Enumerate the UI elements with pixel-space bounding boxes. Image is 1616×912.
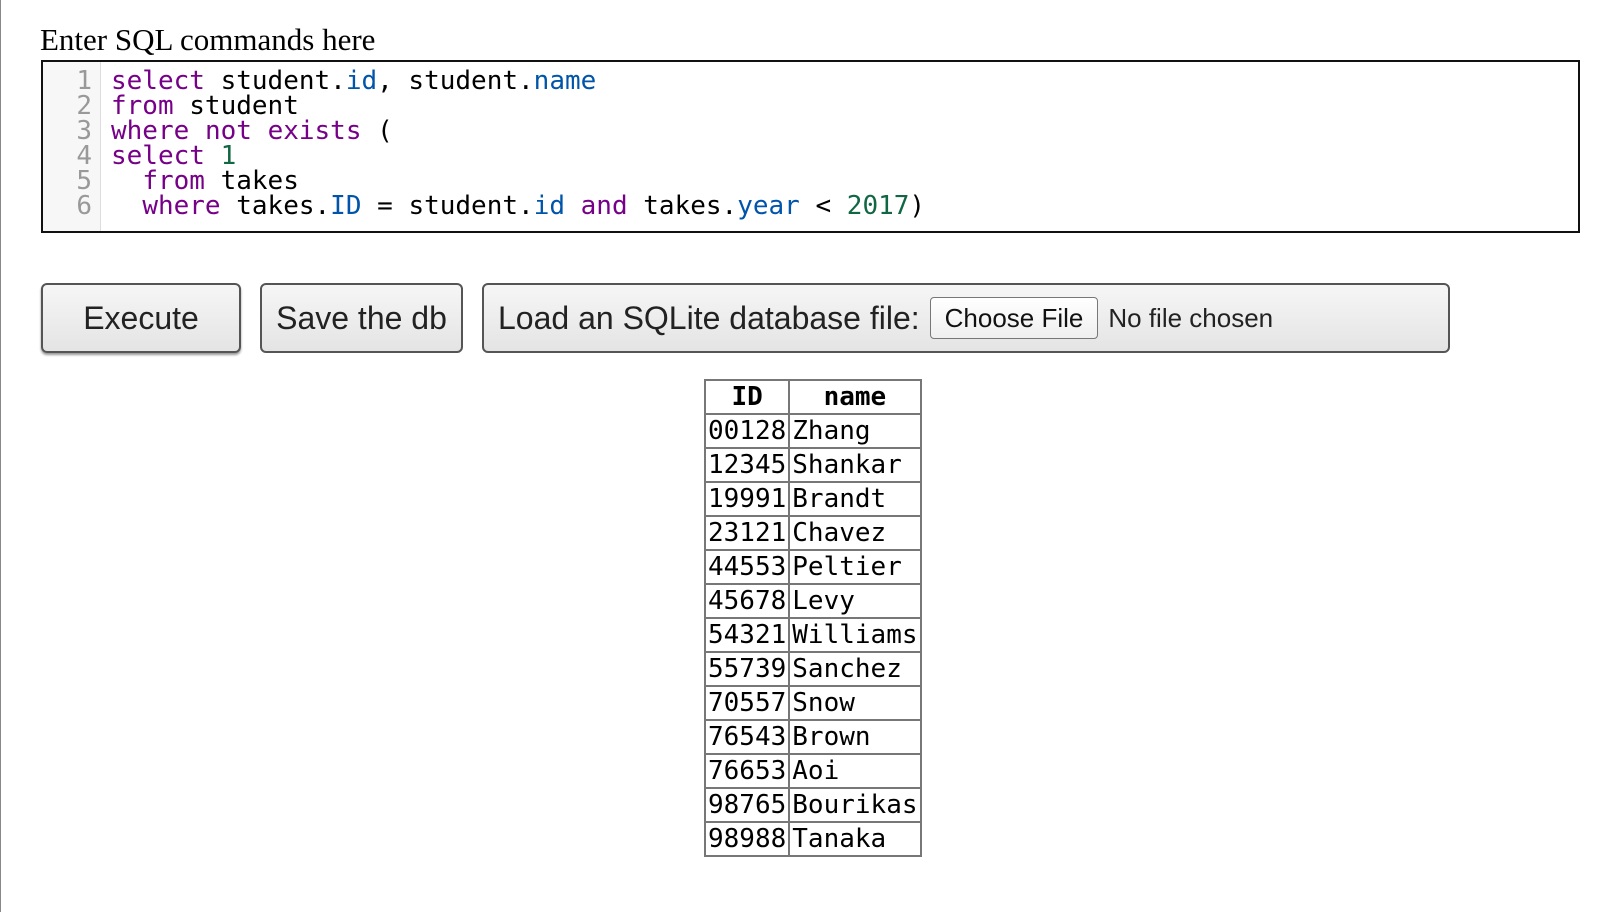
choose-file-button[interactable]: Choose File — [929, 297, 1099, 339]
cell-id: 76653 — [703, 753, 791, 789]
cell-name: Peltier — [788, 549, 922, 585]
cell-name: Levy — [788, 583, 922, 619]
line-number-gutter: 1 2 3 4 5 6 — [43, 62, 101, 231]
cell-id: 19991 — [703, 481, 791, 517]
cell-name: Chavez — [788, 515, 922, 551]
cell-id: 00128 — [703, 413, 791, 449]
cell-id: 98988 — [703, 821, 791, 857]
cell-name: Snow — [788, 685, 922, 721]
column-header-id: ID — [703, 379, 791, 415]
code-token: exists — [267, 116, 362, 146]
code-token: name — [533, 66, 597, 96]
code-token: < — [799, 191, 847, 221]
cell-id: 98765 — [703, 787, 791, 823]
cell-name: Bourikas — [788, 787, 922, 823]
cell-name: Shankar — [788, 447, 922, 483]
code-token: where — [142, 191, 221, 221]
cell-name: Sanchez — [788, 651, 922, 687]
save-db-button[interactable]: Save the db — [260, 283, 463, 353]
cell-name: Tanaka — [788, 821, 922, 857]
table-row: 98765 Bourikas — [703, 787, 922, 823]
cell-name: Williams — [788, 617, 922, 653]
table-row: 19991 Brandt — [703, 481, 922, 517]
code-token: and — [580, 191, 628, 221]
sql-editor[interactable]: 1 2 3 4 5 6 select student.id, student.n… — [41, 60, 1580, 233]
load-db-panel[interactable]: Load an SQLite database file: Choose Fil… — [482, 283, 1450, 353]
results-header-row: ID name — [703, 379, 922, 415]
cell-id: 76543 — [703, 719, 791, 755]
cell-name: Brandt — [788, 481, 922, 517]
table-row: 76543 Brown — [703, 719, 922, 755]
cell-id: 54321 — [703, 617, 791, 653]
cell-name: Brown — [788, 719, 922, 755]
table-row: 55739 Sanchez — [703, 651, 922, 687]
table-row: 54321 Williams — [703, 617, 922, 653]
code-token: ID — [330, 191, 362, 221]
code-token: , student — [377, 66, 519, 96]
table-row: 12345 Shankar — [703, 447, 922, 483]
results-body: 00128 Zhang 12345 Shankar 19991 Brandt 23121 Ch… — [703, 413, 922, 857]
cell-id: 55739 — [703, 651, 791, 687]
code-token: . — [518, 191, 534, 221]
code-token: 2017 — [846, 191, 910, 221]
line-number: 6 — [76, 191, 92, 221]
code-token: ( — [361, 116, 393, 146]
execute-button[interactable]: Execute — [41, 283, 241, 353]
code-token: . — [314, 191, 331, 221]
sql-prompt-label: Enter SQL commands here — [40, 22, 376, 57]
cell-id: 45678 — [703, 583, 791, 619]
code-token: = student — [361, 191, 519, 221]
code-token: id — [345, 66, 378, 96]
file-status-text: No file chosen — [1108, 302, 1274, 333]
cell-id: 23121 — [703, 515, 791, 551]
table-row: 76653 Aoi — [703, 753, 922, 789]
table-row: 45678 Levy — [703, 583, 922, 619]
table-row: 98988 Tanaka — [703, 821, 922, 857]
code-token: . — [330, 66, 346, 96]
table-row: 44553 Peltier — [703, 549, 922, 585]
cell-name: Zhang — [788, 413, 922, 449]
code-token: year — [737, 191, 800, 221]
results-table: ID name 00128 Zhang 12345 Shankar 19991 Brand… — [703, 379, 922, 857]
cell-name: Aoi — [788, 753, 922, 789]
page-left-border — [0, 0, 1, 912]
code-token: takes — [220, 191, 315, 221]
table-row: 23121 Chavez — [703, 515, 922, 551]
table-row: 00128 Zhang — [703, 413, 922, 449]
cell-id: 70557 — [703, 685, 791, 721]
cell-id: 12345 — [703, 447, 791, 483]
load-db-label: Load an SQLite database file: — [498, 299, 920, 336]
code-token: takes — [627, 191, 722, 221]
code-token: id — [533, 191, 565, 221]
code-token: . — [518, 66, 534, 96]
cell-id: 44553 — [703, 549, 791, 585]
column-header-name: name — [788, 379, 922, 415]
code-line[interactable]: where takes.ID = student.id and takes.ye… — [111, 193, 925, 219]
table-row: 70557 Snow — [703, 685, 922, 721]
code-token: ) — [909, 191, 926, 221]
code-token: . — [721, 191, 738, 221]
